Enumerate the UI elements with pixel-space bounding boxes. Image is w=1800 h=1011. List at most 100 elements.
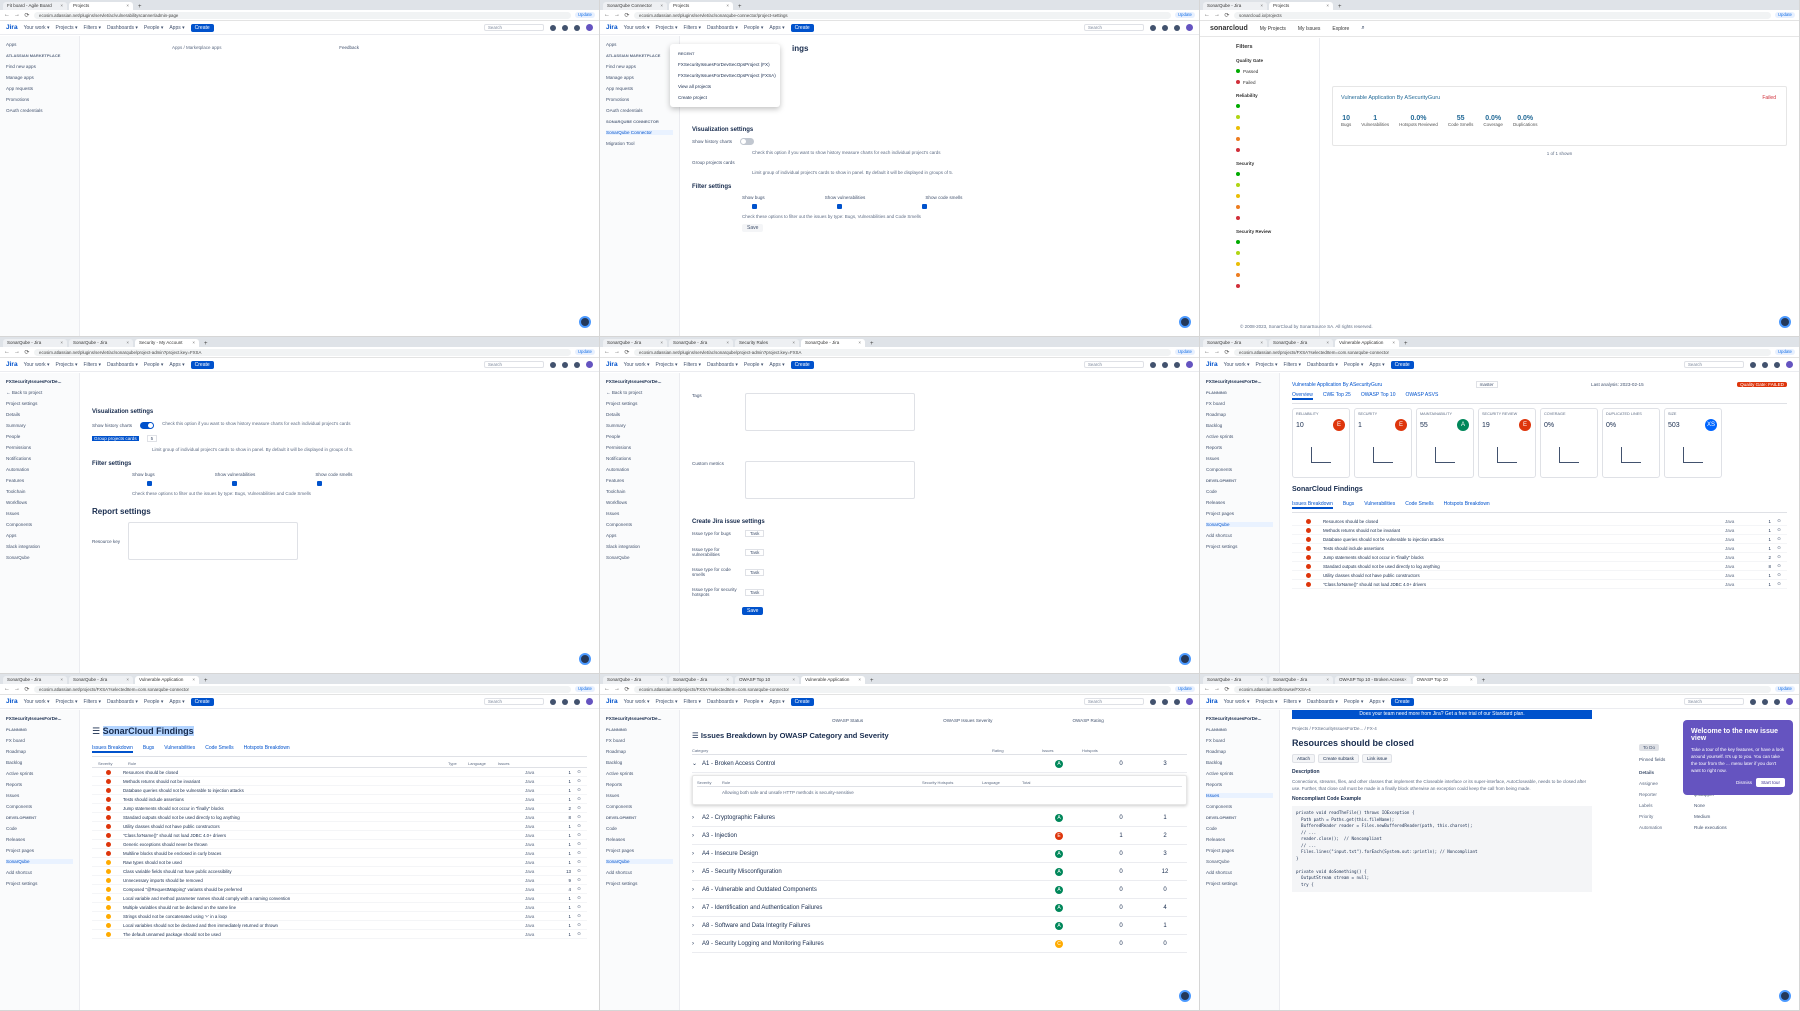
search-input[interactable]: Search xyxy=(1084,24,1144,31)
owasp-row[interactable]: › A4 - Insecure Design A 0 3 xyxy=(692,845,1187,863)
rule-name[interactable]: Database queries should not be vulnerabl… xyxy=(1323,537,1725,542)
nav-projects[interactable]: Projects ▾ xyxy=(56,25,78,31)
nav-apps[interactable]: Apps ▾ xyxy=(169,699,184,705)
forward-icon[interactable]: → xyxy=(1214,12,1220,18)
sidebar-item[interactable]: Manage apps xyxy=(606,75,673,80)
close-tab-icon[interactable]: × xyxy=(126,3,129,8)
avatar[interactable] xyxy=(586,698,593,705)
address-input[interactable]: ecosim.atlassian.net/plugins/servlet/ac/… xyxy=(634,348,1171,356)
chevron-right-icon[interactable]: › xyxy=(692,887,702,893)
nav-your-work[interactable]: Your work ▾ xyxy=(24,25,50,31)
browser-tab[interactable]: SonarQube - Jira × xyxy=(603,676,667,684)
rule-name[interactable]: Utility classes should not have public c… xyxy=(123,824,525,829)
nav-people[interactable]: People ▾ xyxy=(744,362,763,368)
create-button[interactable]: Create xyxy=(1390,360,1414,369)
description-text[interactable]: Connections, streams, files, and other c… xyxy=(1292,778,1592,792)
show-history-toggle[interactable] xyxy=(740,138,755,145)
table-row[interactable]: "Class.forName()" should not load JDBC 4… xyxy=(1292,580,1787,589)
nav-dashboards[interactable]: Dashboards ▾ xyxy=(107,699,138,705)
table-row[interactable]: Database queries should not be vulnerabl… xyxy=(92,786,587,795)
chevron-right-icon[interactable]: › xyxy=(692,941,702,947)
rule-name[interactable]: Standard outputs should not be used dire… xyxy=(1323,564,1725,569)
table-row[interactable]: Multiple variables should not be declare… xyxy=(92,903,587,912)
nav-filters[interactable]: Filters ▾ xyxy=(84,25,102,31)
reload-icon[interactable]: ⟳ xyxy=(24,686,30,693)
address-input[interactable]: ecosim.atlassian.net/plugins/servlet/ac/… xyxy=(634,11,1171,19)
sidebar-item[interactable]: SonarQube xyxy=(6,859,73,864)
nav-your-work[interactable]: Your work ▾ xyxy=(624,25,650,31)
table-row[interactable]: Multiline blocks should be enclosed in c… xyxy=(92,849,587,858)
new-tab-icon[interactable]: + xyxy=(735,4,745,10)
close-tab-icon[interactable]: × xyxy=(1260,677,1263,682)
back-icon[interactable]: ← xyxy=(4,12,10,18)
project-name[interactable]: FXSecurityIssuesForDe... xyxy=(6,716,73,721)
sonar-nav-item[interactable]: Explore xyxy=(1332,26,1349,32)
browser-tab[interactable]: Projects × xyxy=(1269,2,1333,10)
help-icon[interactable] xyxy=(1762,361,1768,368)
rule-name[interactable]: Resources should be closed xyxy=(123,770,525,775)
nav-apps[interactable]: Apps ▾ xyxy=(169,362,184,368)
open-icon[interactable]: ⊙ xyxy=(1771,536,1787,542)
table-row[interactable]: Generic exceptions should never be throw… xyxy=(92,840,587,849)
settings-icon[interactable] xyxy=(1774,698,1780,705)
browser-tab[interactable]: SonarQube - Jira × xyxy=(669,676,733,684)
nav-filters[interactable]: Filters ▾ xyxy=(684,25,702,31)
sidebar-item[interactable]: Find new apps xyxy=(6,64,73,69)
filter-checkbox[interactable] xyxy=(232,481,237,486)
owasp-row[interactable]: › A3 - Injection E 1 2 xyxy=(692,827,1187,845)
settings-icon[interactable] xyxy=(574,361,580,368)
table-row[interactable]: Standard outputs should not be used dire… xyxy=(1292,562,1787,571)
browser-tab[interactable]: Vulnerable Application × xyxy=(801,676,865,684)
column-header[interactable]: Issues xyxy=(492,761,522,767)
sidebar-item[interactable]: SonarQube xyxy=(1206,859,1273,864)
notifications-icon[interactable] xyxy=(550,361,556,368)
close-tab-icon[interactable]: × xyxy=(192,677,195,682)
table-row[interactable]: Utility classes should not have public c… xyxy=(1292,571,1787,580)
sidebar-item[interactable]: Roadmap xyxy=(606,749,673,754)
project-name[interactable]: Vulnerable Application By ASecurityGuru xyxy=(1341,95,1778,101)
nav-people[interactable]: People ▾ xyxy=(144,362,163,368)
browser-tab[interactable]: Security - My Account × xyxy=(135,339,199,347)
close-tab-icon[interactable]: × xyxy=(126,340,129,345)
sidebar-item[interactable]: Project settings xyxy=(6,881,73,886)
filter-checkbox[interactable] xyxy=(317,481,322,486)
jira-logo[interactable]: Jira xyxy=(6,698,18,705)
new-tab-icon[interactable]: + xyxy=(867,341,877,347)
owasp-row[interactable]: › A7 - Identification and Authentication … xyxy=(692,899,1187,917)
open-icon[interactable]: ⊙ xyxy=(1771,545,1787,551)
address-input[interactable]: ecosim.atlassian.net/plugins/servlet/ac/… xyxy=(34,11,571,19)
open-icon[interactable]: ⊙ xyxy=(571,796,587,802)
sidebar-item[interactable]: Releases xyxy=(606,837,673,842)
nav-projects[interactable]: Projects ▾ xyxy=(656,362,678,368)
sidebar-item[interactable]: Details xyxy=(606,412,673,417)
nav-apps[interactable]: Apps ▾ xyxy=(769,25,784,31)
browser-tab[interactable]: SonarQube - Jira × xyxy=(1269,676,1333,684)
sidebar-item[interactable]: Issues xyxy=(1206,793,1273,798)
back-to-project-link[interactable]: ← Back to project xyxy=(6,390,73,395)
avatar[interactable] xyxy=(1186,361,1193,368)
help-icon[interactable] xyxy=(1162,698,1168,705)
table-row[interactable]: Class variable fields should not have pu… xyxy=(92,867,587,876)
browser-tab[interactable]: SonarQube - Jira × xyxy=(1203,339,1267,347)
create-button[interactable]: Create xyxy=(190,697,214,706)
nav-filters[interactable]: Filters ▾ xyxy=(684,699,702,705)
close-tab-icon[interactable]: × xyxy=(1260,3,1263,8)
browser-tab[interactable]: OWASP Top 10 × xyxy=(735,676,799,684)
table-row[interactable]: Utility classes should not have public c… xyxy=(92,822,587,831)
project-name[interactable]: FXSecurityIssuesForDe... xyxy=(606,716,673,721)
overview-card[interactable]: SECURITY REVIEW 19 E xyxy=(1478,408,1536,478)
owasp-category[interactable]: A8 - Software and Data Integrity Failure… xyxy=(702,923,1055,929)
close-tab-icon[interactable]: × xyxy=(858,340,861,345)
table-row[interactable]: Local variable and method parameter name… xyxy=(92,894,587,903)
close-tab-icon[interactable]: × xyxy=(660,677,663,682)
sidebar-item[interactable]: Code xyxy=(1206,489,1273,494)
address-input[interactable]: sonarcloud.io/projects xyxy=(1234,11,1771,19)
filter-option[interactable] xyxy=(1236,240,1313,245)
sidebar-item[interactable]: Project pages xyxy=(606,848,673,853)
filter-option[interactable] xyxy=(1236,251,1313,256)
close-tab-icon[interactable]: × xyxy=(1392,340,1395,345)
settings-icon[interactable] xyxy=(1174,361,1180,368)
table-row[interactable]: Database queries should not be vulnerabl… xyxy=(1292,535,1787,544)
jira-logo[interactable]: Jira xyxy=(6,361,18,368)
table-row[interactable]: Standard outputs should not be used dire… xyxy=(92,813,587,822)
